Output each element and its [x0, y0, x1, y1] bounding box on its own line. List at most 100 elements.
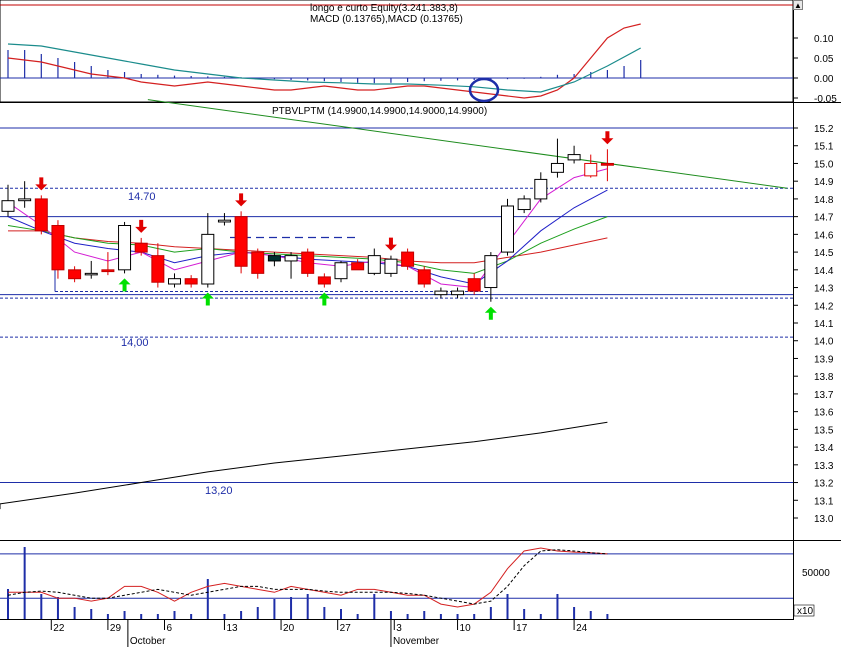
macd-tick-label: 0.10: [814, 34, 834, 45]
candle-body: [251, 251, 265, 274]
scroll-up-button[interactable]: ▲: [793, 0, 803, 10]
x-tick-label: 6: [167, 623, 173, 634]
long-moving-average: [0, 421, 608, 510]
volume-tick-50000: 50000: [802, 568, 830, 579]
macd-y-ticks: 0.10 0.05 0.00 -0.05: [793, 34, 837, 105]
price-tick-label: 14.3: [814, 284, 834, 295]
candle-body: [517, 198, 531, 211]
macd-tick-label: 0.05: [814, 54, 834, 65]
buy-arrow-icon: [118, 278, 131, 292]
candle-body: [351, 262, 365, 271]
candle-body: [168, 278, 181, 285]
sell-arrow-icon: [135, 219, 148, 233]
price-tick-label: 13.2: [814, 479, 834, 490]
price-tick-label: 14.9: [814, 177, 834, 188]
candle-body: [584, 162, 598, 177]
candle-body: [18, 198, 32, 202]
long-ma-line: [0, 421, 608, 510]
candle-body: [451, 290, 465, 296]
candle-body: [84, 272, 98, 276]
price-hlines: [0, 127, 793, 484]
x-tick-label: 24: [576, 623, 588, 634]
x-tick-label: 17: [516, 623, 528, 634]
x-tick-label: 27: [340, 623, 352, 634]
equity-title: longo e curto Equity(3.241.383,8): [310, 3, 458, 14]
candle-body: [284, 255, 298, 262]
macd-tick-label: 0.00: [814, 74, 834, 85]
price-tick-label: 15.1: [814, 142, 834, 153]
candle-body: [501, 205, 514, 253]
candle-body: [101, 269, 115, 273]
month-label: November: [393, 636, 440, 647]
x-axis: 22 29 6 13 20 27 3 10 17 24 October November: [50, 620, 588, 647]
price-tick-label: 15.2: [814, 124, 834, 135]
macd-title: MACD (0.13765),MACD (0.13765): [310, 14, 463, 25]
price-tick-label: 13.7: [814, 390, 834, 401]
annotation-1400: 14,00: [121, 337, 149, 349]
x-tick-label: 29: [110, 623, 122, 634]
candle-body: [151, 255, 165, 283]
macd-crossover-circle: [468, 77, 500, 103]
macd-lines: [7, 23, 641, 99]
x-tick-label: 3: [396, 623, 402, 634]
volume-hlines: [0, 553, 793, 599]
buy-arrow-icon: [484, 306, 497, 320]
price-tick-label: 13.5: [814, 425, 834, 436]
candle-body: [317, 276, 331, 285]
candle-body: [34, 198, 48, 232]
price-tick-label: 14.1: [814, 319, 834, 330]
chart-canvas: longo e curto Equity(3.241.383,8) MACD (…: [0, 0, 841, 647]
candle-body: [401, 251, 415, 267]
price-panel: PTBVLPTM (14.9900,14.9900,14.9000,14.990…: [0, 99, 834, 525]
candle-body: [600, 162, 614, 166]
candle-body: [417, 269, 431, 285]
price-tick-label: 14.4: [814, 266, 834, 277]
price-tick-label: 14.8: [814, 195, 834, 206]
macd-panel: longo e curto Equity(3.241.383,8) MACD (…: [0, 3, 837, 105]
candle-body: [334, 262, 348, 280]
annotation-1470: 14.70: [128, 191, 156, 203]
candle-body: [118, 225, 132, 271]
candle-body: [484, 255, 498, 289]
x-tick-label: 10: [460, 623, 472, 634]
x-tick-label: 20: [283, 623, 295, 634]
macd-tick-label: -0.05: [814, 94, 837, 105]
scale-label: x10: [797, 606, 814, 617]
candle-body: [51, 225, 65, 271]
candlesticks: [1, 138, 614, 302]
candle-body: [550, 162, 564, 173]
annotation-1320: 13,20: [205, 485, 233, 497]
candle-body: [1, 200, 15, 212]
candle-body: [534, 178, 548, 200]
price-tick-label: 13.1: [814, 496, 834, 507]
sell-arrow-icon: [384, 237, 397, 251]
candle-body: [301, 251, 315, 274]
candle-body: [217, 219, 231, 223]
price-tick-label: 14.2: [814, 301, 834, 312]
price-tick-label: 13.8: [814, 372, 834, 383]
candle-body: [234, 216, 248, 267]
candle-body: [68, 269, 82, 280]
price-tick-label: 14.5: [814, 248, 834, 259]
sell-arrow-icon: [235, 193, 248, 207]
x-tick-label: 13: [226, 623, 238, 634]
candle-body: [367, 255, 381, 274]
price-tick-label: 13.9: [814, 354, 834, 365]
candle-body: [567, 154, 581, 161]
candle-body: [267, 255, 281, 262]
candle-body: [184, 278, 198, 285]
macd-signal-line: [7, 43, 641, 93]
price-tick-label: 13.4: [814, 443, 834, 454]
price-y-ticks: 15.2 15.1 15.0 14.9 14.8 14.7 14.6 14.5 14.4 14.3…: [793, 124, 834, 525]
x-tick-label: 22: [53, 623, 65, 634]
price-tick-label: 13.3: [814, 461, 834, 472]
candle-body: [434, 290, 448, 296]
sell-arrow-icon: [601, 131, 614, 145]
candle-body: [134, 242, 148, 253]
price-tick-label: 14.6: [814, 230, 834, 241]
price-tick-label: 14.7: [814, 213, 834, 224]
month-label: October: [130, 636, 166, 647]
price-tick-label: 14.0: [814, 337, 834, 348]
panel-frames: [0, 0, 841, 620]
candle-body: [467, 278, 481, 292]
